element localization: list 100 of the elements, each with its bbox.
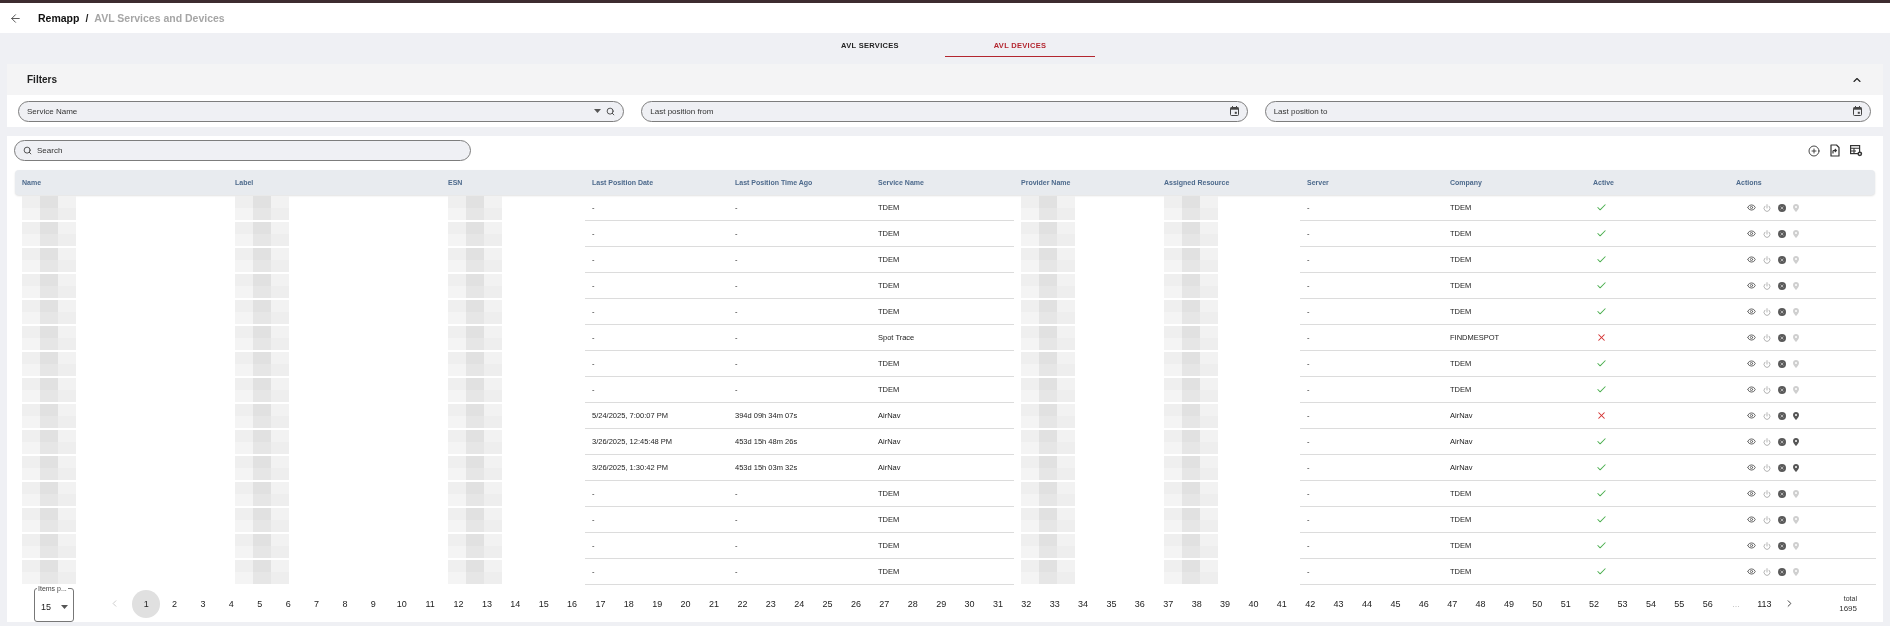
filled-circle-icon[interactable] [1778,515,1786,524]
map-pin-icon[interactable] [1793,463,1799,472]
page-button[interactable]: 9 [359,589,388,618]
eye-icon[interactable] [1747,255,1756,264]
select-field[interactable]: Service Name [18,100,625,122]
page-button[interactable]: 36 [1125,589,1155,618]
page-button[interactable]: 45 [1381,589,1410,618]
page-button[interactable]: 56 [1693,589,1722,618]
page-button[interactable]: 40 [1239,589,1268,618]
map-pin-icon[interactable] [1793,437,1799,446]
eye-icon[interactable] [1747,281,1756,290]
page-button[interactable]: 46 [1409,589,1438,618]
page-button[interactable]: 38 [1182,589,1211,618]
page-button[interactable]: 4 [217,589,246,618]
calendar-icon[interactable] [1229,106,1239,116]
eye-icon[interactable] [1747,203,1756,212]
eye-icon[interactable] [1747,411,1756,420]
page-button[interactable]: 34 [1068,589,1098,618]
filled-circle-icon[interactable] [1778,229,1786,238]
eye-icon[interactable] [1747,437,1756,446]
filled-circle-icon[interactable] [1778,359,1786,368]
date-field[interactable]: Last position to [1264,100,1871,122]
eye-icon[interactable] [1747,359,1756,368]
filled-circle-icon[interactable] [1778,541,1786,550]
page-button[interactable]: 28 [898,589,927,618]
filled-circle-icon[interactable] [1778,255,1786,264]
page-button[interactable]: 113 [1750,589,1779,618]
page-button[interactable]: 24 [785,589,814,618]
filled-circle-icon[interactable] [1778,411,1786,420]
map-pin-icon[interactable] [1793,411,1799,420]
page-button[interactable]: 25 [813,589,842,618]
page-button[interactable]: 13 [472,589,502,618]
page-button[interactable]: 48 [1466,589,1495,618]
filled-circle-icon[interactable] [1778,333,1786,342]
eye-icon[interactable] [1747,385,1756,394]
eye-icon[interactable] [1747,489,1756,498]
date-field[interactable]: Last position from [641,100,1248,122]
page-button[interactable]: 37 [1154,589,1183,618]
page-button[interactable]: 31 [983,589,1013,618]
caret-down-icon[interactable] [61,604,68,609]
page-button[interactable]: 23 [756,589,785,618]
eye-icon[interactable] [1747,463,1756,472]
eye-icon[interactable] [1747,567,1756,576]
page-button[interactable]: 18 [614,589,644,618]
page-button[interactable]: 3 [188,589,218,618]
page-button[interactable]: 33 [1040,589,1069,618]
page-button[interactable]: 20 [671,589,700,618]
eye-icon[interactable] [1747,541,1756,550]
page-button[interactable]: 30 [955,589,984,618]
caret-down-icon[interactable] [594,109,602,113]
page-button[interactable]: 44 [1352,589,1382,618]
page-button[interactable]: 39 [1210,589,1240,618]
page-button[interactable]: 53 [1608,589,1637,618]
page-button[interactable]: 27 [870,589,899,618]
page-button[interactable]: 26 [841,589,871,618]
page-button[interactable]: 21 [699,589,729,618]
page-button[interactable]: 52 [1579,589,1609,618]
page-button[interactable]: 50 [1523,589,1552,618]
page-button[interactable]: 1 [132,589,161,618]
page-button[interactable]: 22 [728,589,757,618]
page-button[interactable]: 41 [1267,589,1296,618]
file-arrow-icon[interactable] [1830,144,1840,157]
table-gear-icon[interactable] [1850,144,1863,157]
filled-circle-icon[interactable] [1778,437,1786,446]
plus-circle-icon[interactable] [1808,144,1820,157]
page-button[interactable]: 7 [302,589,331,618]
filled-circle-icon[interactable] [1778,385,1786,394]
page-button[interactable]: 47 [1437,589,1467,618]
page-button[interactable]: 12 [444,589,473,618]
page-button[interactable]: 32 [1012,589,1041,618]
eye-icon[interactable] [1747,307,1756,316]
page-button[interactable]: 19 [643,589,672,618]
filled-circle-icon[interactable] [1778,463,1786,472]
page-button[interactable]: 55 [1665,589,1694,618]
filled-circle-icon[interactable] [1778,203,1786,212]
page-button[interactable]: 35 [1097,589,1126,618]
page-button[interactable]: 49 [1494,589,1524,618]
page-button[interactable]: 15 [529,589,558,618]
page-button[interactable]: 2 [160,589,189,618]
page-button[interactable]: 54 [1636,589,1666,618]
page-button[interactable]: 6 [273,589,303,618]
page-button[interactable]: 16 [557,589,587,618]
eye-icon[interactable] [1747,229,1756,238]
eye-icon[interactable] [1747,515,1756,524]
page-button[interactable]: 5 [245,589,274,618]
filled-circle-icon[interactable] [1778,281,1786,290]
page-button[interactable]: 14 [501,589,530,618]
eye-icon[interactable] [1747,333,1756,342]
page-button[interactable]: 42 [1296,589,1325,618]
page-button[interactable]: 10 [387,589,416,618]
breadcrumb-item[interactable]: Remapp [38,12,80,24]
page-button[interactable]: 43 [1324,589,1353,618]
page-button[interactable]: 11 [415,589,445,618]
calendar-icon[interactable] [1853,106,1862,116]
page-button[interactable]: 51 [1551,589,1580,618]
search-field[interactable]: Search [14,140,471,161]
search-icon[interactable] [606,106,616,116]
page-button[interactable]: 17 [586,589,615,618]
page-button[interactable]: 8 [330,589,360,618]
page-button[interactable]: 29 [926,589,956,618]
